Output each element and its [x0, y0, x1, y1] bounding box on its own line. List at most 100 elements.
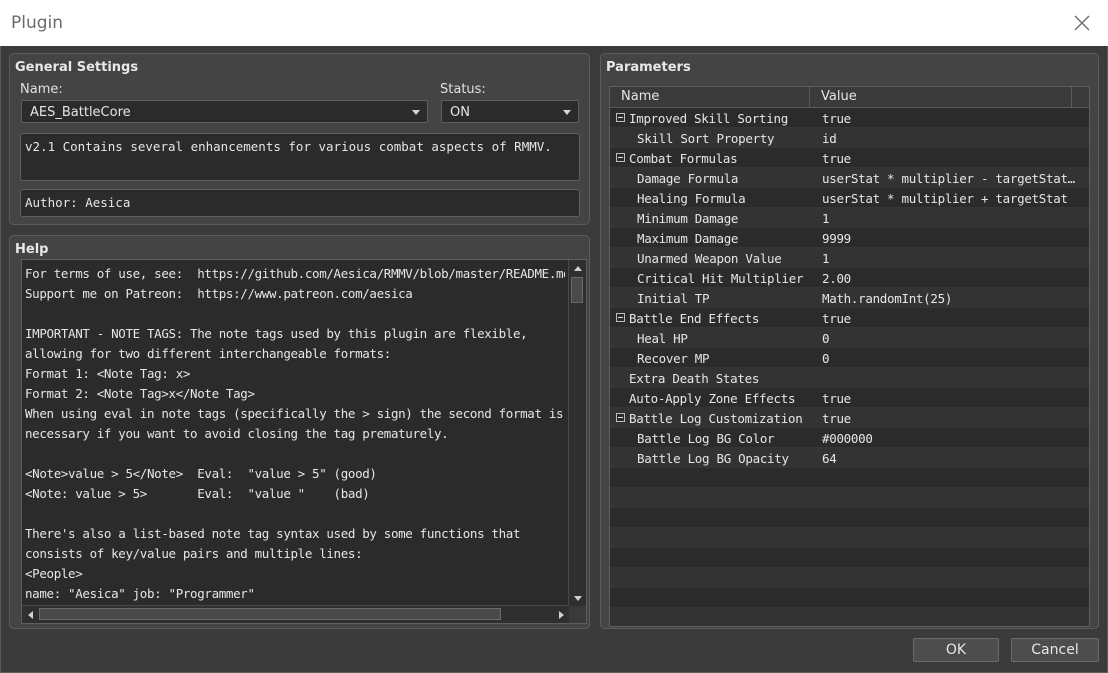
help-line: allowing for two different interchangeab… [25, 346, 391, 361]
help-text-area[interactable]: For terms of use, see: https://github.co… [21, 259, 587, 624]
parameter-value: true [822, 111, 851, 126]
parameter-name: Unarmed Weapon Value [637, 251, 782, 266]
author-field[interactable]: Author: Aesica [20, 189, 580, 217]
parameter-value: true [822, 311, 851, 326]
parameter-name: Battle Log BG Opacity [637, 451, 789, 466]
parameter-row[interactable] [610, 568, 1089, 588]
parameter-value: id [822, 131, 837, 146]
dialog-body: General Settings Name: Status: AES_Battl… [0, 46, 1108, 673]
chevron-down-icon [563, 110, 571, 115]
help-line: consists of key/value pairs and multiple… [25, 546, 363, 561]
parameter-value: 2.00 [822, 271, 851, 286]
help-line [25, 504, 565, 524]
parameter-row[interactable] [610, 588, 1089, 608]
cancel-button[interactable]: Cancel [1011, 638, 1099, 662]
parameter-row[interactable]: Battle Log Customization true [610, 408, 1089, 428]
parameter-value: true [822, 411, 851, 426]
parameter-row[interactable]: Combat Formulas true [610, 148, 1089, 168]
close-icon[interactable] [1070, 11, 1094, 35]
status-label: Status: [440, 82, 486, 97]
parameter-name: Skill Sort Property [637, 131, 775, 146]
parameter-row[interactable]: Battle Log BG Opacity 64 [610, 448, 1089, 468]
parameters-table-header: Name Value [610, 87, 1089, 108]
parameter-row[interactable]: Healing Formula userStat * multiplier + t… [610, 188, 1089, 208]
collapse-icon[interactable] [616, 153, 625, 162]
plugin-name-select[interactable]: AES_BattleCore [21, 100, 428, 123]
parameter-name: Maximum Damage [637, 231, 739, 246]
help-line: When using eval in note tags (specifical… [25, 406, 564, 421]
parameter-row[interactable]: Improved Skill Sorting true [610, 108, 1089, 128]
parameter-value: 0 [822, 351, 830, 366]
description-text: v2.1 Contains several enhancements for v… [25, 139, 552, 154]
help-line: name: "Aesica" job: "Programmer" [25, 586, 255, 601]
column-header-value[interactable]: Value [810, 87, 1072, 107]
collapse-icon[interactable] [616, 113, 625, 122]
parameter-name: Minimum Damage [637, 211, 739, 226]
parameter-row[interactable]: Unarmed Weapon Value 1 [610, 248, 1089, 268]
parameter-row[interactable]: Auto-Apply Zone Effects true [610, 388, 1089, 408]
scroll-left-icon[interactable] [23, 607, 38, 622]
parameter-value: true [822, 151, 851, 166]
parameter-row[interactable] [610, 488, 1089, 508]
help-line: necessary if you want to avoid closing t… [25, 426, 449, 441]
parameter-name: Battle Log Customization [629, 411, 803, 426]
help-vertical-scrollbar[interactable] [568, 260, 586, 607]
help-horizontal-scrollbar[interactable] [22, 605, 569, 623]
parameter-name: Damage Formula [637, 171, 739, 186]
parameter-row[interactable]: Initial TP Math.randomInt(25) [610, 288, 1089, 308]
parameter-row[interactable]: Maximum Damage 9999 [610, 228, 1089, 248]
parameter-row[interactable]: Skill Sort Property id [610, 128, 1089, 148]
parameter-row[interactable]: Heal HP 0 [610, 328, 1089, 348]
column-header-name[interactable]: Name [610, 87, 810, 107]
help-group: Help For terms of use, see: https://gith… [9, 235, 590, 629]
plugin-name-value: AES_BattleCore [30, 105, 131, 120]
parameter-row[interactable]: Extra Death States [610, 368, 1089, 388]
parameter-row[interactable] [610, 468, 1089, 488]
help-line: <Note: value > 5> Eval: "value " (bad) [25, 486, 370, 501]
ok-button[interactable]: OK [913, 638, 999, 662]
parameter-name: Critical Hit Multiplier [637, 271, 804, 286]
parameter-row[interactable] [610, 548, 1089, 568]
scroll-right-icon[interactable] [553, 607, 568, 622]
parameter-row[interactable]: Battle End Effects true [610, 308, 1089, 328]
parameters-group: Parameters Name Value Improved Skill Sor… [600, 53, 1099, 629]
status-value: ON [450, 105, 470, 120]
parameter-value: 9999 [822, 231, 851, 246]
parameter-name: Healing Formula [637, 191, 746, 206]
help-line [25, 304, 565, 324]
parameter-value: userStat * multiplier + targetStat [822, 191, 1068, 206]
scroll-up-icon[interactable] [570, 261, 585, 276]
title-bar: Plugin [0, 0, 1108, 47]
collapse-icon[interactable] [616, 413, 625, 422]
scroll-down-icon[interactable] [570, 591, 585, 606]
help-line: <People> [25, 566, 83, 581]
parameter-name: Battle Log BG Color [637, 431, 775, 446]
help-line: <Note>value > 5</Note> Eval: "value > 5"… [25, 466, 377, 481]
help-text: For terms of use, see: https://github.co… [25, 264, 565, 601]
parameter-name: Improved Skill Sorting [629, 111, 788, 126]
window-title: Plugin [11, 13, 64, 33]
horizontal-scroll-thumb[interactable] [39, 608, 501, 620]
help-line: IMPORTANT - NOTE TAGS: The note tags use… [25, 326, 528, 341]
parameter-row[interactable] [610, 608, 1089, 626]
parameter-row[interactable]: Critical Hit Multiplier 2.00 [610, 268, 1089, 288]
parameter-name: Heal HP [637, 331, 688, 346]
help-line: Format 2: <Note Tag>x</Note Tag> [25, 386, 255, 401]
parameter-name: Initial TP [637, 291, 710, 306]
parameter-row[interactable]: Damage Formula userStat * multiplier - ta… [610, 168, 1089, 188]
vertical-scroll-thumb[interactable] [571, 277, 583, 303]
help-line: Format 1: <Note Tag: x> [25, 366, 191, 381]
status-select[interactable]: ON [441, 100, 579, 123]
parameter-name: Battle End Effects [629, 311, 760, 326]
parameters-title: Parameters [606, 60, 691, 75]
parameter-row[interactable] [610, 508, 1089, 528]
collapse-icon[interactable] [616, 313, 625, 322]
parameter-row[interactable] [610, 528, 1089, 548]
parameter-value: 0 [822, 331, 830, 346]
parameter-value: Math.randomInt(25) [822, 291, 953, 306]
parameter-value: 64 [822, 451, 837, 466]
description-field[interactable]: v2.1 Contains several enhancements for v… [20, 133, 580, 181]
parameter-row[interactable]: Recover MP 0 [610, 348, 1089, 368]
parameter-row[interactable]: Battle Log BG Color #000000 [610, 428, 1089, 448]
parameter-row[interactable]: Minimum Damage 1 [610, 208, 1089, 228]
